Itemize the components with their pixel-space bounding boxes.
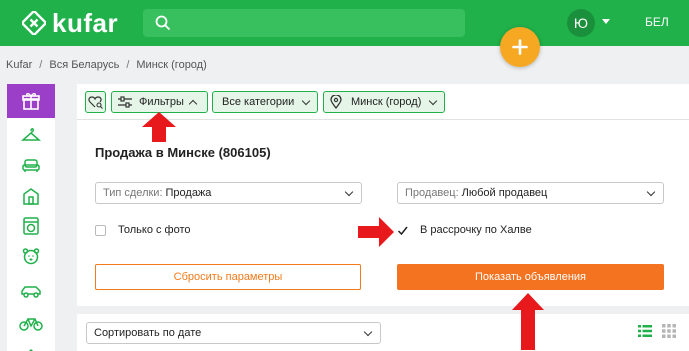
breadcrumb: Kufar / Вся Беларусь / Минск (город) xyxy=(6,59,207,71)
sidebar-scroll-up[interactable] xyxy=(7,337,55,351)
kufar-logo[interactable]: kufar xyxy=(22,7,119,38)
house-icon xyxy=(23,188,39,205)
sort-bar: Сортировать по дате xyxy=(77,306,689,351)
breadcrumb-item-minsk[interactable]: Минск (город) xyxy=(136,59,206,71)
car-icon xyxy=(21,286,41,298)
sidebar-item-gifts[interactable] xyxy=(7,84,55,118)
gift-icon xyxy=(22,93,40,110)
breadcrumb-item-kufar[interactable]: Kufar xyxy=(6,59,32,71)
chevron-down-icon[interactable] xyxy=(602,19,610,24)
sofa-icon xyxy=(22,159,40,172)
sidebar-item-furniture[interactable] xyxy=(7,150,55,180)
deal-type-value: Продажа xyxy=(165,187,212,199)
language-switch[interactable]: БЕЛ xyxy=(645,15,669,29)
breadcrumb-separator: / xyxy=(126,59,130,71)
list-view-icon[interactable] xyxy=(638,324,652,338)
breadcrumb-separator: / xyxy=(39,59,43,71)
reset-filters-button[interactable]: Сбросить параметры xyxy=(95,264,361,290)
sort-select[interactable]: Сортировать по дате xyxy=(86,322,381,344)
only-photo-checkbox[interactable]: Только с фото xyxy=(95,224,191,236)
plus-icon xyxy=(512,39,528,55)
sliders-icon xyxy=(118,96,132,108)
search-input[interactable] xyxy=(143,9,465,37)
chevron-down-icon xyxy=(429,96,438,105)
annotation-arrow-up-icon xyxy=(142,112,176,142)
location-dropdown[interactable]: Минск (город) xyxy=(323,91,445,113)
deal-type-select[interactable]: Тип сделки: Продажа xyxy=(95,182,362,204)
filters-button[interactable]: Фильтры xyxy=(111,91,208,113)
sidebar-item-appliances[interactable] xyxy=(7,211,55,241)
show-listings-button[interactable]: Показать объявления xyxy=(397,264,664,290)
sidebar-item-auto[interactable] xyxy=(7,276,55,306)
logo-text: kufar xyxy=(52,7,119,38)
seller-value: Любой продавец xyxy=(461,187,548,199)
annotation-arrow-right-icon xyxy=(358,217,394,247)
chevron-down-icon xyxy=(646,187,656,197)
washing-machine-icon xyxy=(23,217,39,235)
bicycle-icon xyxy=(19,318,43,331)
avatar[interactable]: Ю xyxy=(567,9,595,37)
chevron-down-icon xyxy=(363,327,373,337)
chevron-down-icon xyxy=(344,187,354,197)
location-pin-icon xyxy=(330,95,342,109)
teddy-bear-icon xyxy=(22,248,40,265)
deal-type-label: Тип сделки: xyxy=(103,187,163,199)
sidebar-item-kids[interactable] xyxy=(7,241,55,271)
chevron-down-icon xyxy=(302,96,311,105)
saved-search-button[interactable] xyxy=(85,91,106,113)
add-listing-button[interactable] xyxy=(500,27,540,67)
logo-icon xyxy=(22,11,46,35)
seller-select[interactable]: Продавец: Любой продавец xyxy=(397,182,664,204)
breadcrumb-item-belarus[interactable]: Вся Беларусь xyxy=(49,59,119,71)
halva-label: В рассрочку по Халве xyxy=(420,224,532,236)
hanger-icon xyxy=(21,128,41,141)
sidebar-item-clothes[interactable] xyxy=(7,120,55,150)
sidebar-item-hobby[interactable] xyxy=(7,308,55,338)
search-icon xyxy=(155,15,171,31)
filters-label: Фильтры xyxy=(139,96,184,108)
chevron-up-icon xyxy=(188,99,198,108)
page-title: Продажа в Минске (806105) xyxy=(95,145,271,160)
sidebar-item-realty[interactable] xyxy=(7,181,55,211)
top-bar: kufar Ю БЕЛ xyxy=(0,0,689,46)
categories-dropdown[interactable]: Все категории xyxy=(212,91,318,113)
halva-installment-checkbox[interactable]: В рассрочку по Халве xyxy=(397,224,532,236)
chevron-up-icon xyxy=(28,348,34,351)
location-label: Минск (город) xyxy=(351,96,422,108)
checkbox-box[interactable] xyxy=(95,224,106,236)
annotation-arrow-up-icon xyxy=(512,293,544,350)
seller-label: Продавец: xyxy=(405,187,459,199)
heart-search-icon xyxy=(87,96,103,109)
category-sidebar xyxy=(7,84,55,351)
checkmark-icon[interactable] xyxy=(397,225,408,236)
grid-view-icon[interactable] xyxy=(662,324,676,338)
only-photo-label: Только с фото xyxy=(118,224,191,236)
sort-value: Сортировать по дате xyxy=(94,327,202,339)
categories-label: Все категории xyxy=(222,96,295,108)
